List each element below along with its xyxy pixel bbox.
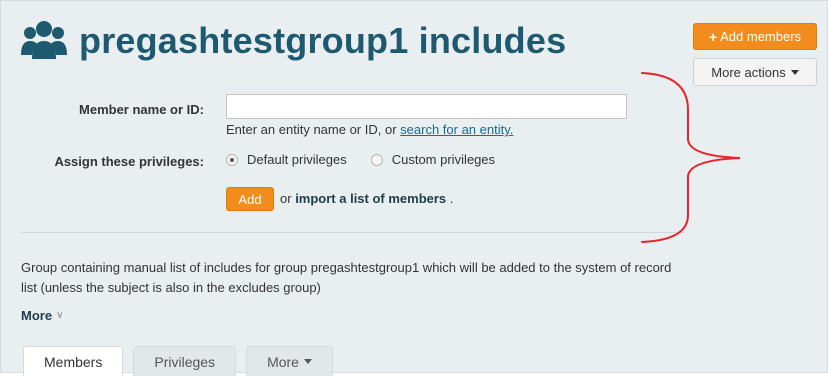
custom-privileges-radio[interactable]	[370, 153, 383, 166]
page-header: pregashtestgroup1 includes	[21, 19, 566, 63]
tab-privileges[interactable]: Privileges	[133, 346, 237, 376]
default-privileges-label[interactable]: Default privileges	[247, 152, 347, 167]
tab-privileges-label: Privileges	[154, 353, 216, 370]
group-icon	[21, 21, 67, 59]
tab-members[interactable]: Members	[23, 346, 124, 376]
member-hint: Enter an entity name or ID, or search fo…	[226, 122, 513, 137]
more-toggle-label: More	[21, 308, 53, 323]
section-divider	[21, 232, 685, 233]
more-toggle[interactable]: More ∨	[21, 308, 63, 323]
page-title: pregashtestgroup1 includes	[79, 20, 567, 61]
add-members-button[interactable]: + Add members	[693, 23, 817, 50]
plus-icon: +	[708, 28, 718, 45]
search-entity-link[interactable]: search for an entity.	[400, 122, 513, 137]
group-description: Group containing manual list of includes…	[21, 260, 672, 295]
group-panel: pregashtestgroup1 includes + Add members…	[0, 0, 828, 376]
more-actions-label: More actions	[711, 64, 786, 80]
tab-bar: Members Privileges More	[23, 346, 343, 376]
default-privileges-radio[interactable]	[226, 153, 238, 166]
import-members-link[interactable]: import a list of members	[295, 191, 446, 206]
tab-more-label: More	[267, 353, 299, 370]
member-name-label: Member name or ID:	[79, 102, 204, 117]
custom-privileges-label[interactable]: Custom privileges	[392, 152, 495, 167]
more-actions-button[interactable]: More actions	[693, 58, 817, 86]
member-name-input[interactable]	[226, 94, 627, 119]
privileges-radio-group: Default privileges Custom privileges	[226, 152, 495, 167]
caret-down-icon	[790, 69, 799, 75]
hint-text: Enter an entity name or ID, or	[226, 122, 397, 137]
import-suffix: .	[449, 191, 454, 206]
or-text: or	[280, 191, 292, 206]
chevron-down-icon: ∨	[56, 310, 64, 321]
add-members-label: Add members	[720, 29, 802, 44]
privileges-label: Assign these privileges:	[54, 154, 204, 169]
caret-down-icon	[303, 359, 312, 364]
add-button[interactable]: Add	[226, 187, 274, 211]
tab-members-label: Members	[44, 353, 103, 370]
import-row: or import a list of members .	[280, 191, 453, 206]
tab-more[interactable]: More	[246, 346, 333, 376]
